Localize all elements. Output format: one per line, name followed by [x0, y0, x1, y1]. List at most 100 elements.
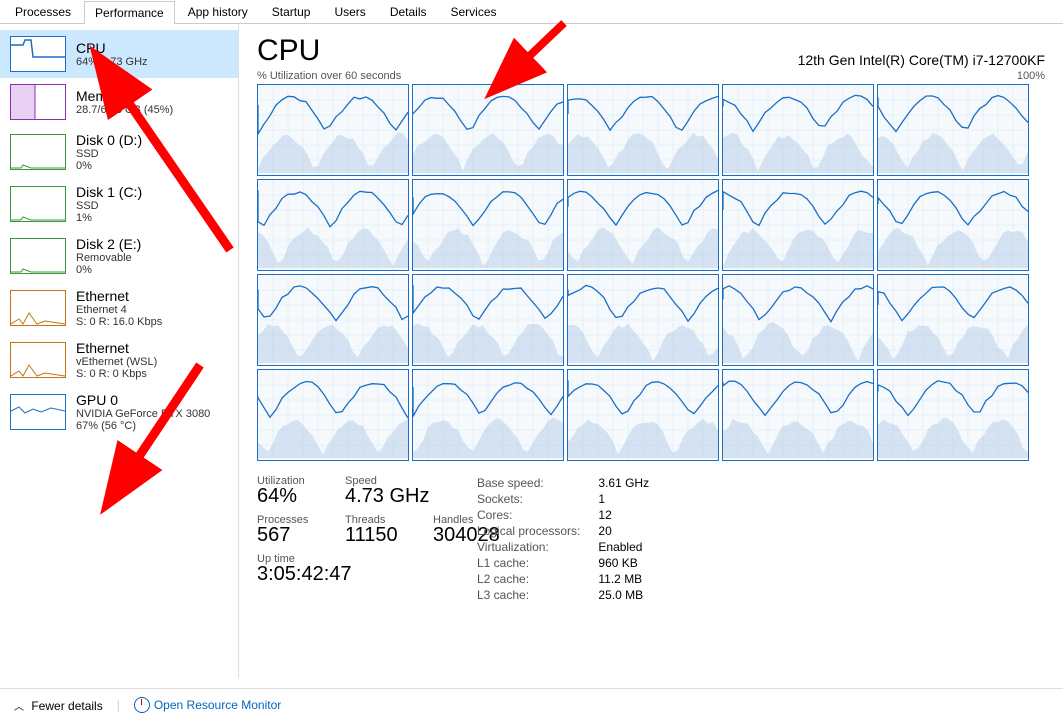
sidebar-item-disk-0-d-[interactable]: Disk 0 (D:)SSD0%: [0, 126, 238, 178]
sidebar-item-memory[interactable]: Memory28.7/63.8 GB (45%): [0, 78, 238, 126]
cpu-core-graph: [412, 274, 564, 366]
detail-value: 12: [598, 507, 667, 523]
cpu-model: 12th Gen Intel(R) Core(TM) i7-12700KF: [798, 52, 1045, 68]
detail-key: Sockets:: [477, 491, 598, 507]
resource-monitor-label: Open Resource Monitor: [154, 698, 281, 712]
perf-sidebar: CPU64% 4.73 GHzMemory28.7/63.8 GB (45%)D…: [0, 24, 239, 678]
speed-value: 4.73 GHz: [345, 485, 429, 508]
util-value: 64%: [257, 485, 327, 508]
eth-thumb-icon: [10, 342, 66, 378]
chevron-up-icon: ︿: [14, 702, 24, 713]
tab-startup[interactable]: Startup: [261, 0, 322, 23]
sidebar-sub1: 64% 4.73 GHz: [76, 56, 148, 68]
detail-key: L3 cache:: [477, 587, 598, 603]
detail-row: L3 cache:25.0 MB: [477, 587, 667, 603]
sidebar-item-disk-1-c-[interactable]: Disk 1 (C:)SSD1%: [0, 178, 238, 230]
sidebar-item-gpu-0[interactable]: GPU 0NVIDIA GeForce RTX 308067% (56 °C): [0, 386, 238, 438]
cpu-core-graph: [877, 274, 1029, 366]
main-panel: CPU 12th Gen Intel(R) Core(TM) i7-12700K…: [239, 24, 1063, 678]
detail-value: 20: [598, 523, 667, 539]
eth-thumb-icon: [10, 290, 66, 326]
sidebar-sub1: Removable: [76, 252, 141, 264]
cpu-core-graph: [257, 369, 409, 461]
detail-key: L1 cache:: [477, 555, 598, 571]
tab-details[interactable]: Details: [379, 0, 438, 23]
detail-row: L1 cache:960 KB: [477, 555, 667, 571]
sidebar-title: Ethernet: [76, 288, 162, 304]
uptime-value: 3:05:42:47: [257, 563, 477, 586]
sidebar-sub2: 0%: [76, 160, 142, 172]
detail-key: Cores:: [477, 507, 598, 523]
graph-caption-left: % Utilization over 60 seconds: [257, 70, 401, 82]
cpu-core-graph: [412, 179, 564, 271]
separator: |: [117, 698, 120, 712]
sidebar-item-ethernet[interactable]: EthernetEthernet 4S: 0 R: 16.0 Kbps: [0, 282, 238, 334]
tab-users[interactable]: Users: [323, 0, 376, 23]
cpu-core-graph: [877, 84, 1029, 176]
cpu-core-graph: [257, 179, 409, 271]
detail-row: Virtualization:Enabled: [477, 539, 667, 555]
fewer-details-button[interactable]: ︿ Fewer details: [14, 698, 103, 713]
detail-row: Cores:12: [477, 507, 667, 523]
cpu-core-graph: [877, 369, 1029, 461]
sidebar-title: Memory: [76, 88, 173, 104]
sidebar-item-ethernet[interactable]: EthernetvEthernet (WSL)S: 0 R: 0 Kbps: [0, 334, 238, 386]
cpu-core-graph: [722, 179, 874, 271]
detail-key: Virtualization:: [477, 539, 598, 555]
cpu-core-graph: [877, 179, 1029, 271]
threads-value: 11150: [345, 524, 415, 547]
cpu-core-graph: [257, 84, 409, 176]
sidebar-sub1: vEthernet (WSL): [76, 356, 157, 368]
fewer-details-label: Fewer details: [31, 699, 102, 713]
disk-thumb-icon: [10, 238, 66, 274]
cpu-core-graph: [567, 274, 719, 366]
cpu-core-graph: [722, 369, 874, 461]
detail-key: Logical processors:: [477, 523, 598, 539]
open-resource-monitor-link[interactable]: Open Resource Monitor: [134, 697, 281, 713]
detail-value: Enabled: [598, 539, 667, 555]
detail-key: Base speed:: [477, 475, 598, 491]
cpu-details-table: Base speed:3.61 GHzSockets:1Cores:12Logi…: [477, 475, 667, 603]
tab-processes[interactable]: Processes: [4, 0, 82, 23]
sidebar-title: CPU: [76, 40, 148, 56]
detail-value: 1: [598, 491, 667, 507]
page-title: CPU: [257, 34, 320, 68]
tab-app-history[interactable]: App history: [177, 0, 259, 23]
sidebar-title: Disk 0 (D:): [76, 132, 142, 148]
detail-key: L2 cache:: [477, 571, 598, 587]
detail-value: 960 KB: [598, 555, 667, 571]
disk-thumb-icon: [10, 134, 66, 170]
detail-value: 11.2 MB: [598, 571, 667, 587]
detail-value: 3.61 GHz: [598, 475, 667, 491]
sidebar-title: Disk 1 (C:): [76, 184, 142, 200]
detail-row: Sockets:1: [477, 491, 667, 507]
disk-thumb-icon: [10, 186, 66, 222]
cpu-thumb-icon: [10, 36, 66, 72]
cpu-core-graph: [567, 179, 719, 271]
cpu-core-graph: [567, 369, 719, 461]
detail-row: L2 cache:11.2 MB: [477, 571, 667, 587]
cpu-core-graph: [257, 274, 409, 366]
cpu-core-graph: [412, 369, 564, 461]
sidebar-item-disk-2-e-[interactable]: Disk 2 (E:)Removable0%: [0, 230, 238, 282]
sidebar-sub2: S: 0 R: 16.0 Kbps: [76, 316, 162, 328]
cpu-core-graph: [722, 274, 874, 366]
graph-caption-right: 100%: [1017, 70, 1045, 82]
tab-services[interactable]: Services: [440, 0, 508, 23]
processes-value: 567: [257, 524, 327, 547]
sidebar-title: GPU 0: [76, 392, 210, 408]
sidebar-title: Ethernet: [76, 340, 157, 356]
cpu-core-graph: [412, 84, 564, 176]
mem-thumb-icon: [10, 84, 66, 120]
sidebar-item-cpu[interactable]: CPU64% 4.73 GHz: [0, 30, 238, 78]
tab-performance[interactable]: Performance: [84, 1, 175, 24]
detail-row: Logical processors:20: [477, 523, 667, 539]
cpu-core-graph: [722, 84, 874, 176]
detail-value: 25.0 MB: [598, 587, 667, 603]
cpu-core-grid: [257, 84, 1045, 461]
sidebar-title: Disk 2 (E:): [76, 236, 141, 252]
sidebar-sub1: SSD: [76, 200, 142, 212]
gpu-thumb-icon: [10, 394, 66, 430]
sidebar-sub1: SSD: [76, 148, 142, 160]
sidebar-sub1: Ethernet 4: [76, 304, 162, 316]
